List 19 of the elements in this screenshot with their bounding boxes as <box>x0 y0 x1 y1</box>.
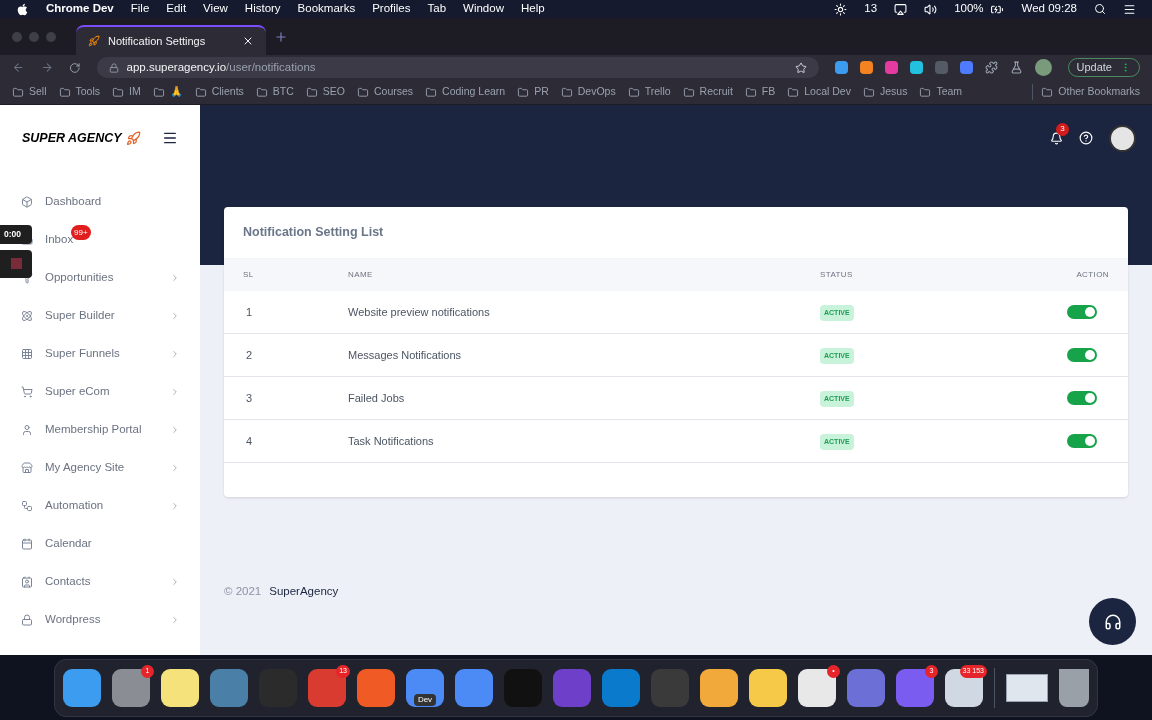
recording-timer-toast: 0:00 <box>0 225 32 244</box>
app-label: Dev <box>413 693 437 706</box>
url-text: app.superagency.io/user/notifications <box>126 59 317 75</box>
table-cell-text: Website preview notifications <box>348 304 491 320</box>
table-cell-text: Task Notifications <box>348 433 435 449</box>
column-header: STATUS <box>820 269 854 281</box>
column-header: NAME <box>348 269 374 281</box>
table-cell-text: Messages Notifications <box>348 347 463 363</box>
table-cell-text: Failed Jobs <box>348 390 406 406</box>
table-cell-text: 1 <box>245 304 254 320</box>
column-header: SL <box>243 269 255 281</box>
card-title: Notification Setting List <box>242 224 385 242</box>
tab-title: Notification Settings <box>108 33 207 49</box>
table-cell-text: 3 <box>245 390 254 406</box>
table-cell-text: 2 <box>245 347 254 363</box>
table-cell-text: 4 <box>245 433 254 449</box>
battery-percent: 100% <box>954 1 984 17</box>
column-header: ACTION <box>1076 269 1109 281</box>
copyright: © 2021 <box>224 584 262 599</box>
